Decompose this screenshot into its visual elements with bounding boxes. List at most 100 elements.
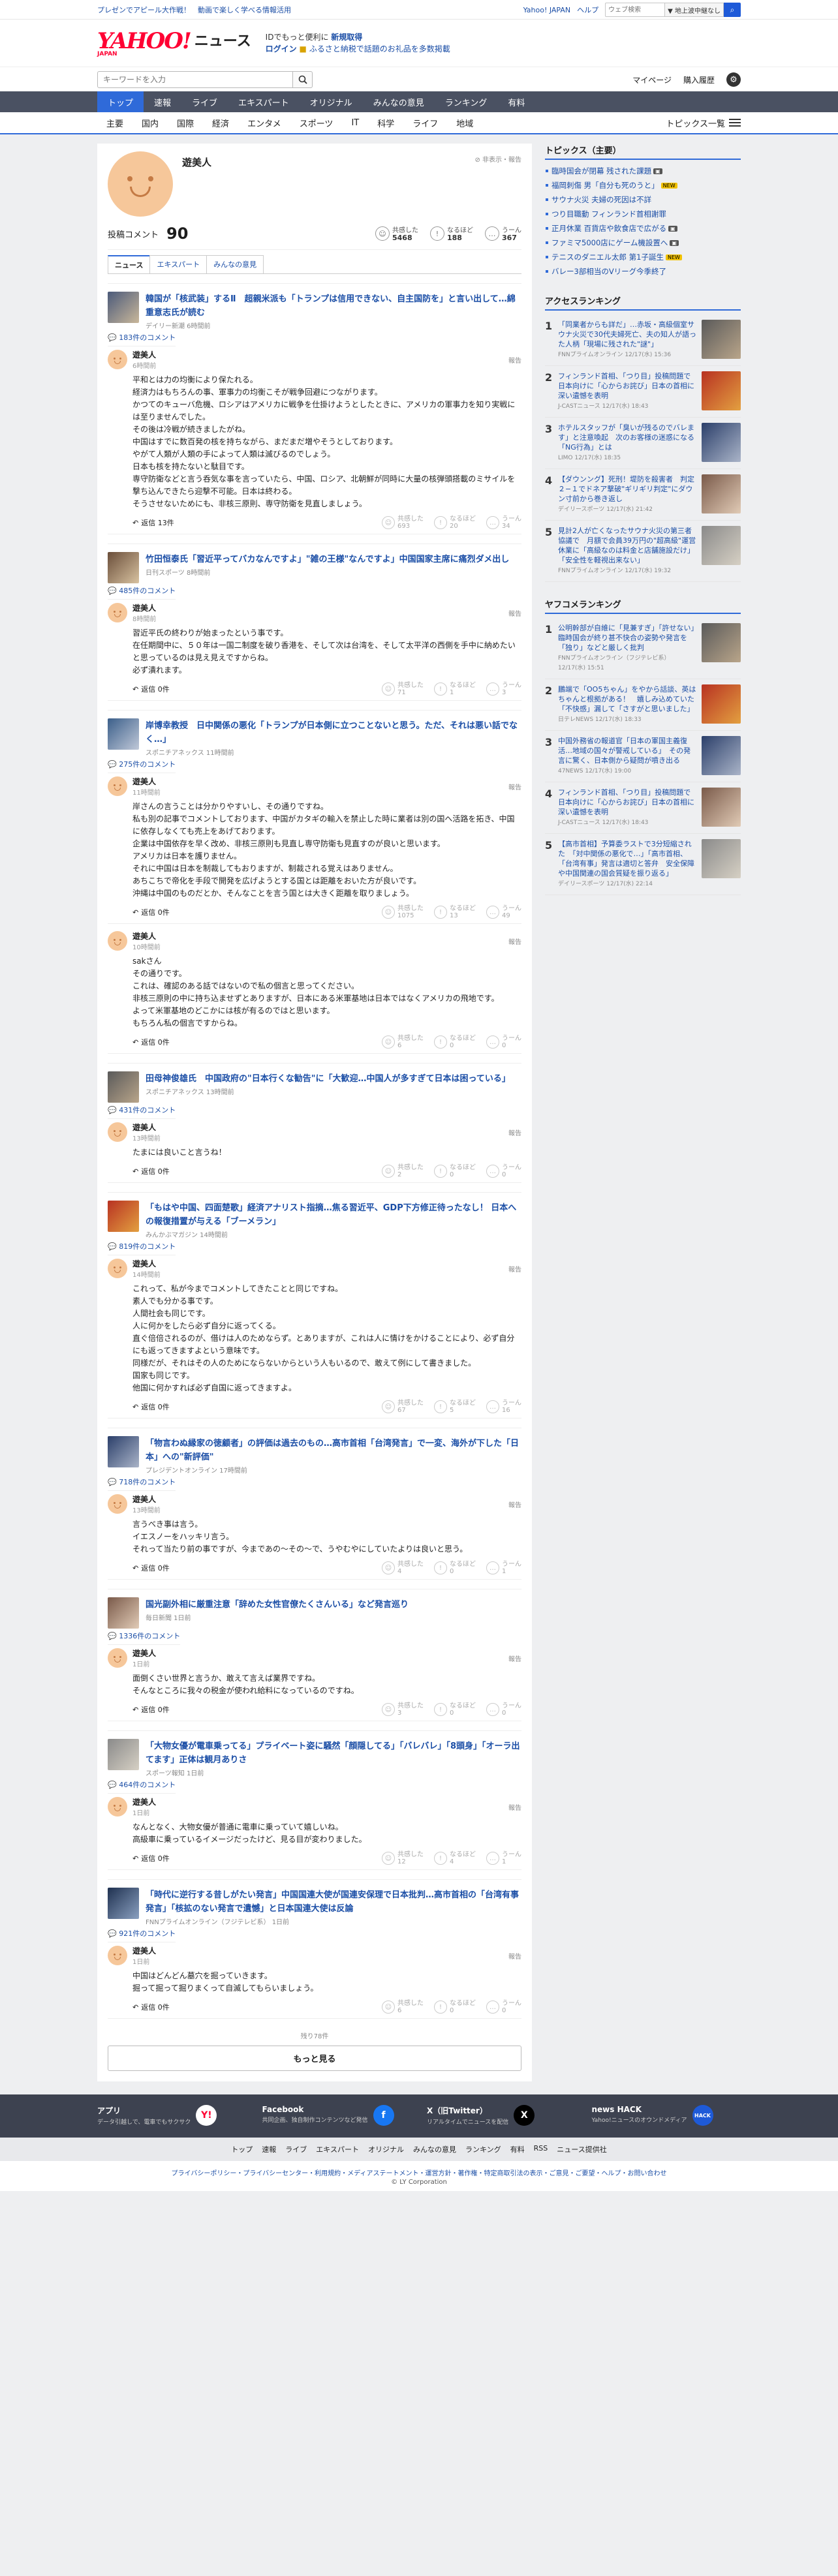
yahoo-japan-link[interactable]: Yahoo! JAPAN	[523, 6, 571, 14]
hmm-button[interactable]: … うーん 49	[486, 905, 521, 919]
empathy-button[interactable]: ☺ 共感した 3	[382, 1702, 424, 1717]
access-rank-item[interactable]: 2 フィンランド首相、「つり目」投稿問題で日本向けに「心からお詫び」日本の首相に深…	[545, 366, 741, 418]
avatar[interactable]	[108, 1259, 127, 1278]
article-title[interactable]: 田母神俊雄氏 中国政府の"日本行くな勧告"に「大歓迎…中国人が多すぎて日本は困っ…	[146, 1074, 510, 1084]
hide-report-link[interactable]: ⊘ 非表示・報告	[474, 154, 521, 164]
footer-app-1[interactable]: Facebook 共同企画、独自制作コンテンツなど発信 f	[262, 2105, 412, 2126]
footer-app-3[interactable]: news HACK Yahoo!ニュースのオウンドメディア HACK	[592, 2105, 741, 2126]
yahoo-news-logo[interactable]: YAHOO! ニュース JAPAN	[97, 29, 251, 57]
x-icon[interactable]: X	[514, 2105, 535, 2126]
access-rank-thumbnail[interactable]	[702, 320, 741, 359]
topic-item[interactable]: 正月休業 百貨店や飲食店で広がる ▣	[545, 221, 741, 236]
article-title[interactable]: 「もはや中国、四面楚歌」経済アナリスト指摘…焦る習近平、GDP下方修正待ったなし…	[146, 1203, 516, 1227]
comment-rank-title[interactable]: フィンランド首相、「つり目」投稿問題で日本向けに「心からお詫び」日本の首相に深い…	[558, 788, 696, 817]
reply-button[interactable]: ↶ 返信 0件	[132, 684, 170, 694]
hmm-button[interactable]: … うーん 0	[486, 1702, 521, 1717]
news-search-input[interactable]	[97, 71, 293, 88]
article-thumbnail[interactable]	[108, 292, 139, 323]
access-rank-item[interactable]: 3 ホテルスタッフが「臭いが残るのでバレます」と注意喚起 次のお客様の迷惑になる「…	[545, 418, 741, 469]
category-5[interactable]: スポーツ	[290, 117, 343, 129]
category-3[interactable]: 経済	[203, 117, 238, 129]
category-7[interactable]: 科学	[368, 117, 403, 129]
article-thumbnail[interactable]	[108, 1888, 139, 1919]
footer-app-2[interactable]: X（旧Twitter） リアルタイムでニュースを配信 X	[427, 2105, 576, 2126]
nav-tab-7[interactable]: 有料	[497, 91, 535, 112]
article-title[interactable]: 竹田恒泰氏「習近平ってバカなんですよ」"雑の王様"なんですよ」中国国家主席に痛烈…	[146, 555, 509, 564]
reply-button[interactable]: ↶ 返信 0件	[132, 2002, 170, 2012]
report-link[interactable]: 報告	[508, 1802, 521, 1812]
footer-app-0[interactable]: アプリ データ引越しで、電車でもサクサク Y!	[97, 2105, 247, 2126]
empathy-button[interactable]: ☺ 共感した 1075	[382, 905, 424, 919]
hmm-button[interactable]: … うーん 0	[486, 1164, 521, 1178]
nav-tab-5[interactable]: みんなの意見	[363, 91, 435, 112]
article-thumbnail[interactable]	[108, 552, 139, 583]
search-icon[interactable]: ⌕	[724, 3, 741, 17]
avatar[interactable]	[108, 350, 127, 369]
comment-rank-thumbnail[interactable]	[702, 684, 741, 724]
article-thumbnail[interactable]	[108, 718, 139, 750]
avatar[interactable]	[108, 1122, 127, 1142]
footer-link-7[interactable]: 有料	[510, 2144, 525, 2154]
nav-tab-0[interactable]: トップ	[97, 91, 144, 112]
topic-item[interactable]: 福岡刺傷 男「自分も死のうと」 NEW	[545, 178, 741, 192]
app-icon[interactable]: Y!	[196, 2105, 217, 2126]
comment-count-link[interactable]: 💬 1336件のコメント	[108, 1632, 181, 1645]
nav-tab-3[interactable]: エキスパート	[228, 91, 300, 112]
report-link[interactable]: 報告	[508, 1264, 521, 1274]
nav-tab-4[interactable]: オリジナル	[300, 91, 363, 112]
hmm-button[interactable]: … うーん 1	[486, 1561, 521, 1575]
reply-button[interactable]: ↶ 返信 0件	[132, 907, 170, 917]
topic-item[interactable]: バレー3部相当のVリーグ今季終了	[545, 264, 741, 279]
topic-item[interactable]: ファミマ5000店にゲーム機設置へ ▣	[545, 236, 741, 250]
topic-item[interactable]: 臨時国会が閉幕 残された課題 ▣	[545, 164, 741, 178]
comment-rank-thumbnail[interactable]	[702, 736, 741, 775]
reply-button[interactable]: ↶ 返信 0件	[132, 1853, 170, 1863]
purchase-history-link[interactable]: 購入履歴	[683, 74, 715, 85]
footer-link-9[interactable]: ニュース提供社	[557, 2144, 606, 2154]
access-rank-title[interactable]: 「同業者からも詳だ」…赤坂・高級個室サウナ火災で30代夫婦死亡、夫の知人が語った…	[558, 320, 696, 349]
access-rank-item[interactable]: 5 見計2人が亡くなったサウナ火災の第三者協議で 月額で会員39万円の"超高級"運…	[545, 521, 741, 582]
hmm-button[interactable]: … うーん 0	[486, 2000, 521, 2014]
comment-count-link[interactable]: 💬 718件のコメント	[108, 1478, 176, 1491]
category-8[interactable]: ライフ	[403, 117, 447, 129]
furusato-link[interactable]: ふるさと納税で話題のお礼品を多数掲載	[309, 44, 450, 54]
empathy-button[interactable]: ☺ 共感した 12	[382, 1851, 424, 1865]
comment-count-link[interactable]: 💬 921件のコメント	[108, 1929, 176, 1942]
empathy-button[interactable]: ☺ 共感した 693	[382, 515, 424, 530]
topic-item[interactable]: サウナ火災 夫婦の死因は不詳	[545, 192, 741, 207]
web-search-input[interactable]	[605, 3, 666, 17]
access-rank-thumbnail[interactable]	[702, 423, 741, 462]
access-rank-title[interactable]: 【ダウンング】死刑！堤防を殺害者 判定２−１でドネア撃破"ギリギリ判定"にダウン…	[558, 474, 696, 504]
naruhodo-button[interactable]: ! なるほど 0	[434, 2000, 476, 2014]
nav-tab-6[interactable]: ランキング	[435, 91, 498, 112]
article-thumbnail[interactable]	[108, 1436, 139, 1467]
category-2[interactable]: 国際	[168, 117, 203, 129]
article-title[interactable]: 岸博幸教授 日中関係の悪化「トランプが日本側に立つことないと思う。ただ、それは悪…	[146, 721, 518, 744]
empathy-button[interactable]: ☺ 共感した 6	[382, 2000, 424, 2014]
mypage-link[interactable]: マイページ	[632, 74, 672, 85]
comment-author[interactable]: 遊美人	[132, 349, 156, 360]
article-title[interactable]: 「大物女優が電車乗ってる」プライベート姿に騒然「顔隠してる」「バレバレ」「8頭身…	[146, 1741, 520, 1765]
access-rank-thumbnail[interactable]	[702, 371, 741, 410]
report-link[interactable]: 報告	[508, 608, 521, 618]
empathy-button[interactable]: ☺ 共感した 2	[382, 1164, 424, 1178]
reply-button[interactable]: ↶ 返信 13件	[132, 517, 174, 528]
search-icon[interactable]	[293, 71, 313, 88]
search-scope-select[interactable]: ▼ 地上波中継なし	[665, 3, 724, 17]
article-title[interactable]: 「時代に逆行する昔しがたい発言」中国国連大使が国連安保理で日本批判…高市首相の「…	[146, 1890, 519, 1914]
tab-expert[interactable]: エキスパート	[149, 255, 208, 273]
avatar[interactable]	[108, 603, 127, 622]
newshack-icon[interactable]: HACK	[692, 2105, 713, 2126]
reply-button[interactable]: ↶ 返信 0件	[132, 1402, 170, 1412]
legal-links[interactable]: プライバシーポリシー・プライバシーセンター・利用規約・メディアステートメント・運…	[0, 2161, 838, 2179]
naruhodo-button[interactable]: ! なるほど 20	[434, 515, 476, 530]
topic-item[interactable]: つり目職動 フィンランド首相謝罪	[545, 207, 741, 221]
comment-rank-title[interactable]: 中国外務省の報道官「日本の軍国主義復活…地域の国々が警戒している」 その発言に驚…	[558, 736, 696, 765]
naruhodo-button[interactable]: ! なるほど 5	[434, 1400, 476, 1414]
access-rank-title[interactable]: ホテルスタッフが「臭いが残るのでバレます」と注意喚起 次のお客様の迷惑になる「N…	[558, 423, 696, 452]
access-rank-thumbnail[interactable]	[702, 526, 741, 565]
comment-count-link[interactable]: 💬 464件のコメント	[108, 1781, 176, 1794]
category-0[interactable]: 主要	[97, 117, 132, 129]
comment-author[interactable]: 遊美人	[132, 1648, 156, 1659]
category-1[interactable]: 国内	[132, 117, 168, 129]
